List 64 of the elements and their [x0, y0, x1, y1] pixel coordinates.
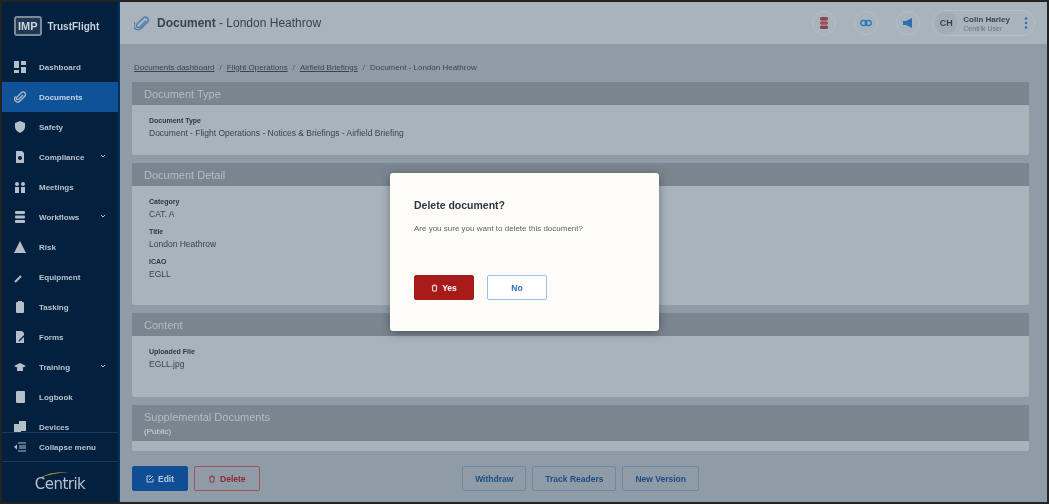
warning-icon	[14, 241, 26, 253]
sidebar-item[interactable]: Workflows	[2, 202, 118, 232]
confirm-button[interactable]: Yes	[414, 275, 474, 300]
brand-name: TrustFlight	[47, 20, 100, 32]
field-value: EGLL.jpg	[149, 359, 185, 369]
chevron-down-icon	[100, 213, 106, 219]
sidebar-item[interactable]: Equipment	[2, 262, 118, 292]
trash-icon	[208, 474, 217, 483]
form-pen-icon	[14, 331, 26, 343]
collapse-menu-icon	[14, 442, 26, 452]
sidebar-item[interactable]: Logbook	[2, 382, 118, 412]
section-title: Document Type	[144, 88, 221, 100]
sidebar-item[interactable]: Training	[2, 352, 118, 382]
section-subtitle: (Public)	[144, 427, 172, 436]
dialog-message: Are you sure you want to delete this document?	[414, 224, 584, 233]
paperclip-icon	[134, 15, 149, 31]
user-name: Colin Harley	[963, 14, 1010, 24]
people-icon	[14, 181, 26, 193]
sidebar-item[interactable]: Dashboard	[2, 52, 118, 82]
field-value: London Heathrow	[149, 239, 217, 249]
section-title: Document Detail	[144, 169, 226, 181]
paperclip-icon	[14, 91, 26, 103]
footer-logo: Centrik	[34, 471, 86, 493]
megaphone-icon	[902, 17, 915, 29]
stack-icon	[14, 211, 26, 223]
trash-icon	[431, 283, 439, 292]
collapse-menu-button[interactable]: Collapse menu	[2, 432, 118, 462]
page-title: Document - London Heathrow	[157, 16, 323, 30]
sidebar-item[interactable]: Forms	[2, 322, 118, 352]
sidebar-item[interactable]: Safety	[2, 112, 118, 142]
user-avatar: CH	[935, 12, 958, 34]
sidebar-item[interactable]: Devices	[2, 412, 118, 432]
chevron-down-icon	[100, 363, 106, 369]
field-value: CAT. A	[149, 209, 175, 219]
breadcrumb-separator: /	[292, 62, 295, 72]
clipboard-icon	[14, 301, 26, 313]
edit-icon	[146, 474, 154, 483]
devices-icon	[14, 421, 26, 432]
breadcrumb-link[interactable]: Documents dashboard	[134, 62, 215, 72]
dialog-title: Delete document?	[414, 199, 506, 211]
field-value: EGLL	[149, 269, 171, 279]
breadcrumb-separator: /	[219, 62, 222, 72]
kebab-menu-icon	[1024, 17, 1028, 29]
sidebar-item[interactable]: Documents	[2, 82, 118, 112]
stack-icon	[818, 17, 831, 29]
breadcrumb-link[interactable]: Airfield Briefings	[299, 62, 358, 72]
edit-button[interactable]: Edit	[132, 466, 189, 491]
sidebar-item[interactable]: Meetings	[2, 172, 118, 202]
cancel-button[interactable]: No	[487, 275, 547, 300]
breadcrumb-current: Document - London Heathrow	[369, 62, 477, 72]
breadcrumb-separator: /	[362, 62, 365, 72]
dashboard-icon	[14, 61, 26, 73]
section-title: Supplemental Documents	[144, 411, 270, 423]
chevron-down-icon	[100, 153, 106, 159]
shield-icon	[14, 121, 26, 133]
sidebar-item[interactable]: Compliance	[2, 142, 118, 172]
field-value: Document - Flight Operations - Notices & Briefings - Airfield Briefing	[149, 128, 404, 138]
book-icon	[14, 391, 26, 403]
section-title: Content	[144, 319, 183, 331]
link-icon	[860, 17, 873, 29]
logo-badge: IMP	[14, 16, 42, 36]
breadcrumb-link[interactable]: Flight Operations	[226, 62, 288, 72]
sidebar-item[interactable]: Tasking	[2, 292, 118, 322]
sidebar-item[interactable]: Risk	[2, 232, 118, 262]
